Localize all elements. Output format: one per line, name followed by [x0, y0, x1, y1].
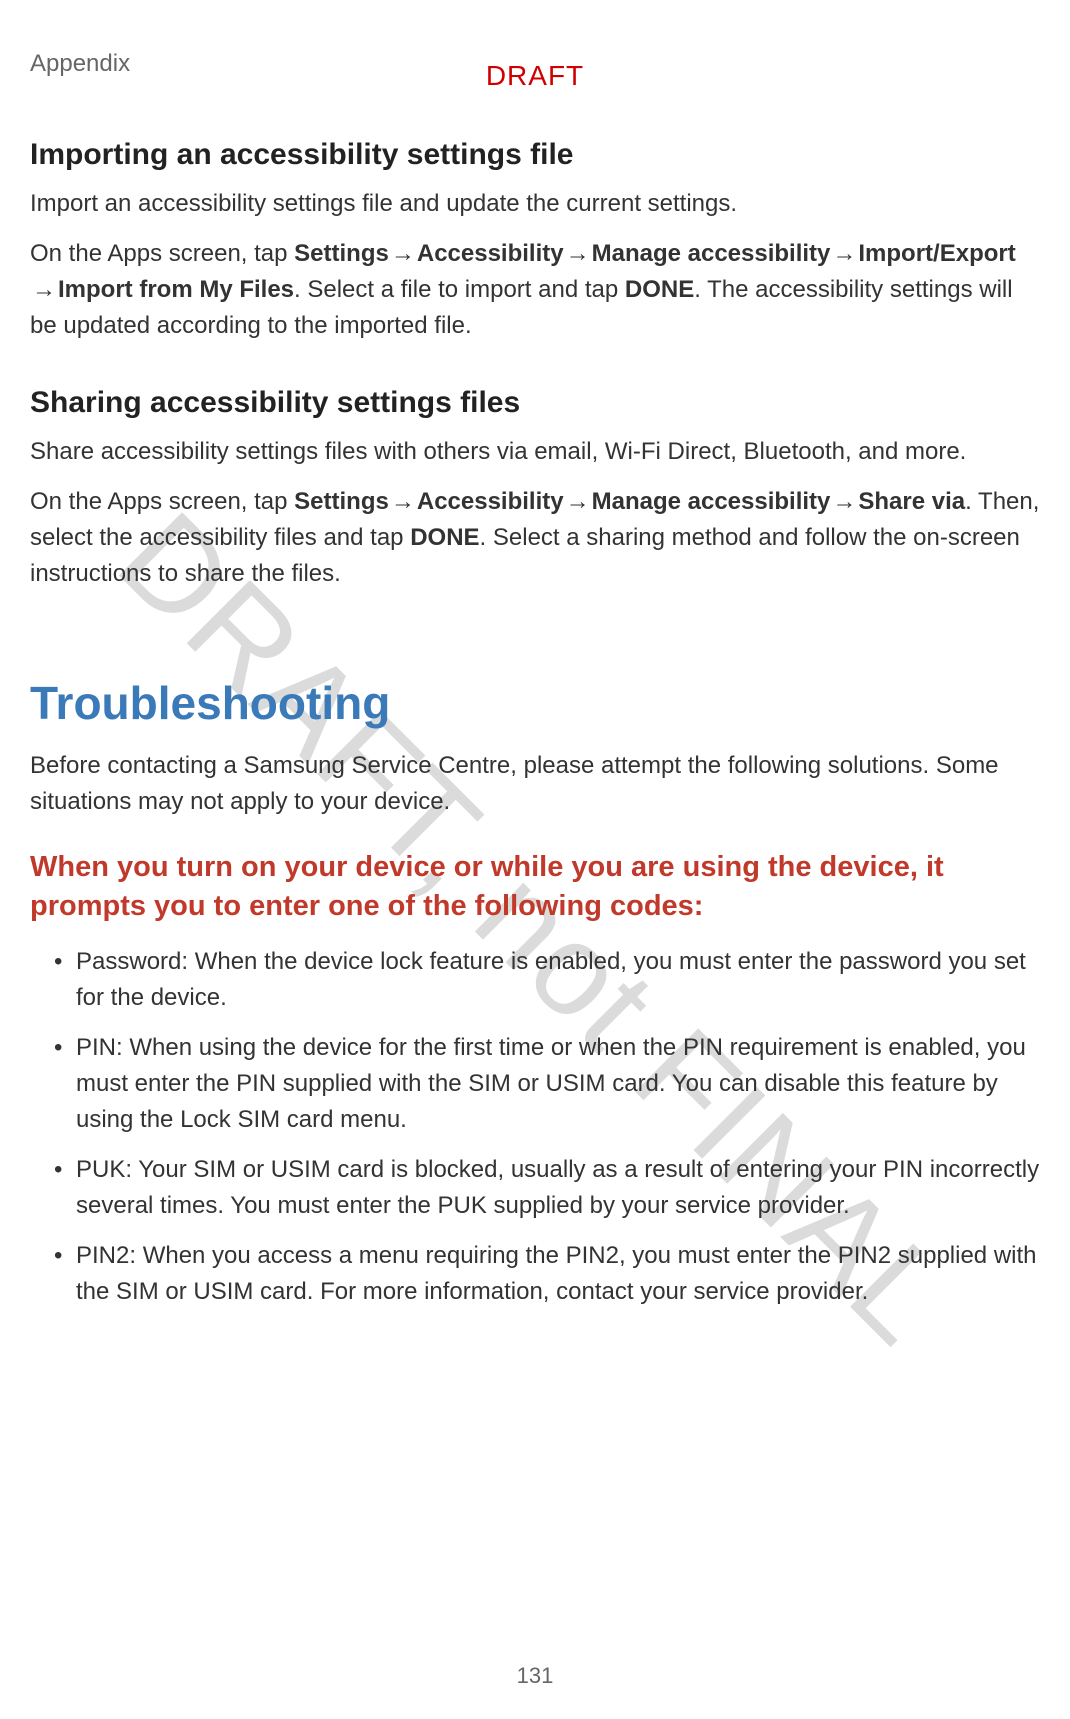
- importing-p2: On the Apps screen, tap Settings → Acces…: [30, 236, 1040, 344]
- bold-manage: Manage accessibility: [592, 240, 831, 267]
- bold-importexport: Import/Export: [858, 240, 1015, 267]
- bold-accessibility: Accessibility: [417, 488, 564, 515]
- page-number: 131: [517, 1663, 554, 1689]
- text-frag: . Select a file to import and tap: [294, 276, 625, 303]
- arrow-icon: →: [830, 236, 858, 272]
- arrow-icon: →: [389, 484, 417, 520]
- importing-heading: Importing an accessibility settings file: [30, 138, 1040, 172]
- codes-heading: When you turn on your device or while yo…: [30, 848, 1040, 926]
- troubleshooting-intro: Before contacting a Samsung Service Cent…: [30, 748, 1040, 820]
- arrow-icon: →: [30, 272, 58, 308]
- list-item: PIN: When using the device for the first…: [58, 1030, 1040, 1138]
- bold-importfrom: Import from My Files: [58, 276, 294, 303]
- arrow-icon: →: [830, 484, 858, 520]
- bold-done: DONE: [625, 276, 694, 303]
- list-item: Password: When the device lock feature i…: [58, 944, 1040, 1016]
- bold-done: DONE: [410, 524, 479, 551]
- arrow-icon: →: [564, 484, 592, 520]
- bold-accessibility: Accessibility: [417, 240, 564, 267]
- text-frag: On the Apps screen, tap: [30, 488, 294, 515]
- sharing-heading: Sharing accessibility settings files: [30, 386, 1040, 420]
- bold-manage: Manage accessibility: [592, 488, 831, 515]
- list-item: PIN2: When you access a menu requiring t…: [58, 1238, 1040, 1310]
- sharing-p2: On the Apps screen, tap Settings → Acces…: [30, 484, 1040, 592]
- bold-sharevia: Share via: [858, 488, 965, 515]
- page-container: DRAFT, not FINAL DRAFT Appendix Importin…: [0, 0, 1070, 1719]
- bold-settings: Settings: [294, 240, 389, 267]
- importing-p1: Import an accessibility settings file an…: [30, 186, 1040, 222]
- draft-header: DRAFT: [486, 60, 584, 92]
- page-content: DRAFT Appendix Importing an accessibilit…: [30, 50, 1040, 1310]
- bold-settings: Settings: [294, 488, 389, 515]
- sharing-p1: Share accessibility settings files with …: [30, 434, 1040, 470]
- arrow-icon: →: [564, 236, 592, 272]
- arrow-icon: →: [389, 236, 417, 272]
- list-item: PUK: Your SIM or USIM card is blocked, u…: [58, 1152, 1040, 1224]
- codes-list: Password: When the device lock feature i…: [30, 944, 1040, 1310]
- text-frag: On the Apps screen, tap: [30, 240, 294, 267]
- troubleshooting-heading: Troubleshooting: [30, 676, 1040, 730]
